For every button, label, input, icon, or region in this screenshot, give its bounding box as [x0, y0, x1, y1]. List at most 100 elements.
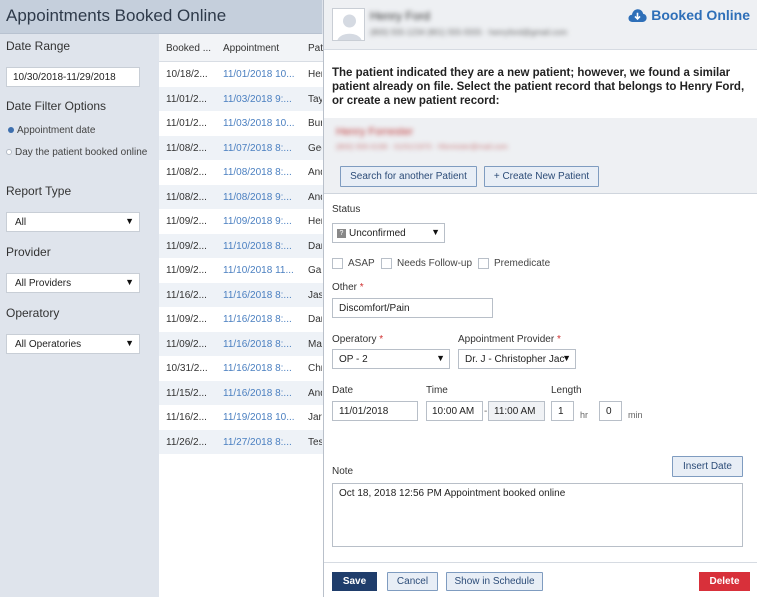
- similar-patient-details: (800) 555-0199 · 01/01/1970 · hforrester…: [336, 142, 508, 151]
- column-header-appointment[interactable]: Appointment: [223, 43, 279, 54]
- cell-appointment-link[interactable]: 11/16/2018 8:...: [223, 314, 296, 325]
- table-row[interactable]: 10/31/2... 11/16/2018 8:... Chr: [159, 356, 323, 381]
- report-type-select[interactable]: All ▼: [6, 212, 140, 232]
- cell-appointment-link[interactable]: 11/10/2018 8:...: [223, 241, 296, 252]
- report-header: Appointments Booked Online: [0, 0, 322, 34]
- table-row[interactable]: 11/09/2... 11/10/2018 11... Gab: [159, 258, 323, 283]
- table-row[interactable]: 11/09/2... 11/16/2018 8:... Mar: [159, 331, 323, 356]
- cell-appointment-link[interactable]: 11/03/2018 9:...: [223, 94, 296, 105]
- delete-button[interactable]: Delete: [699, 572, 750, 591]
- cell-patient: Jas: [308, 289, 322, 301]
- provider-select[interactable]: All Providers ▼: [6, 273, 140, 293]
- table-row[interactable]: 10/18/2... 11/01/2018 10... Hen: [159, 62, 323, 87]
- status-select[interactable]: ? Unconfirmed ▼: [332, 223, 445, 243]
- premedicate-checkbox[interactable]: Premedicate: [478, 258, 550, 269]
- table-row[interactable]: 11/09/2... 11/09/2018 9:... Hen: [159, 209, 323, 234]
- similar-patient-name[interactable]: Henry Forrester: [336, 126, 413, 138]
- radio-unselected-icon: [6, 149, 12, 156]
- search-another-patient-button[interactable]: Search for another Patient: [340, 166, 477, 187]
- date-input[interactable]: 11/01/2018: [332, 401, 418, 421]
- question-mark-icon: ?: [337, 228, 346, 238]
- modal-footer: Save Cancel Show in Schedule Delete: [324, 562, 757, 597]
- time-separator: -: [484, 406, 488, 417]
- cell-patient: Chr: [308, 363, 322, 374]
- create-new-patient-button[interactable]: + Create New Patient: [484, 166, 599, 187]
- needs-followup-checkbox[interactable]: Needs Follow-up: [381, 258, 472, 269]
- checkbox-box[interactable]: [381, 258, 392, 269]
- date-range-input[interactable]: 10/30/2018-11/29/2018: [6, 67, 140, 87]
- show-in-schedule-button[interactable]: Show in Schedule: [446, 572, 543, 591]
- checkbox-box[interactable]: [332, 258, 343, 269]
- cell-booked-date: 11/09/2...: [166, 314, 207, 325]
- table-row[interactable]: 11/08/2... 11/08/2018 9:... And: [159, 184, 323, 209]
- select-value: All Providers: [15, 278, 72, 289]
- other-input[interactable]: Discomfort/Pain: [332, 298, 493, 318]
- table-row[interactable]: 11/16/2... 11/16/2018 8:... Jas: [159, 282, 323, 307]
- cell-booked-date: 11/09/2...: [166, 338, 207, 350]
- radio-appointment-date[interactable]: Appointment date: [8, 125, 95, 136]
- radio-selected-icon: [8, 127, 14, 134]
- person-icon: [333, 9, 364, 40]
- table-row[interactable]: 11/09/2... 11/16/2018 8:... Dar: [159, 307, 323, 332]
- table-row[interactable]: 11/01/2... 11/03/2018 9:... Tay: [159, 86, 323, 111]
- cell-patient: Dar: [308, 314, 322, 325]
- table-row[interactable]: 11/15/2... 11/16/2018 8:... And: [159, 380, 323, 405]
- radio-booked-day[interactable]: Day the patient booked online: [6, 147, 147, 158]
- cell-appointment-link[interactable]: 11/03/2018 10...: [223, 118, 296, 129]
- label-text: Appointment Provider: [458, 334, 555, 345]
- table-row[interactable]: 11/16/2... 11/19/2018 10... Jar: [159, 405, 323, 430]
- end-time-input[interactable]: 11:00 AM: [488, 401, 545, 421]
- operatory-label: Operatory: [6, 306, 60, 320]
- required-marker: *: [556, 334, 561, 345]
- label-text: Other: [332, 282, 358, 293]
- table-row[interactable]: 11/08/2... 11/07/2018 8:... Geo: [159, 135, 323, 160]
- appointment-provider-select[interactable]: Dr. J - Christopher Jac ▼: [458, 349, 576, 369]
- date-filter-options-label: Date Filter Options: [6, 99, 107, 113]
- table-row[interactable]: 11/01/2... 11/03/2018 10... Bur: [159, 111, 323, 136]
- column-header-booked[interactable]: Booked ...: [166, 43, 211, 54]
- cell-appointment-link[interactable]: 11/16/2018 8:...: [223, 290, 296, 301]
- insert-date-button[interactable]: Insert Date: [672, 456, 743, 477]
- asap-checkbox[interactable]: ASAP: [332, 258, 375, 269]
- dropdown-arrow-icon: ▼: [431, 227, 440, 237]
- cell-booked-date: 11/09/2...: [166, 240, 207, 252]
- operatory-select[interactable]: All Operatories ▼: [6, 334, 140, 354]
- select-value: Dr. J - Christopher Jac: [465, 354, 565, 365]
- note-textarea[interactable]: Oct 18, 2018 12:56 PM Appointment booked…: [332, 483, 743, 547]
- cell-booked-date: 11/16/2...: [166, 289, 207, 301]
- cell-appointment-link[interactable]: 11/10/2018 11...: [223, 265, 296, 276]
- table-row[interactable]: 11/26/2... 11/27/2018 8:... Tes: [159, 429, 323, 454]
- start-time-input[interactable]: 10:00 AM: [426, 401, 483, 421]
- cell-appointment-link[interactable]: 11/27/2018 8:...: [223, 437, 296, 448]
- booked-online-brand: Booked Online: [628, 7, 750, 23]
- cell-appointment-link[interactable]: 11/09/2018 9:...: [223, 216, 296, 227]
- required-marker: *: [359, 282, 364, 293]
- cell-appointment-link[interactable]: 11/16/2018 8:...: [223, 339, 296, 350]
- length-minutes-input[interactable]: 0: [599, 401, 622, 421]
- cell-appointment-link[interactable]: 11/07/2018 8:...: [223, 143, 296, 154]
- table-row[interactable]: 11/08/2... 11/08/2018 8:... And: [159, 160, 323, 185]
- cell-booked-date: 11/08/2...: [166, 142, 207, 154]
- appointments-table: Booked ... Appointment Pat 10/18/2... 11/…: [159, 34, 323, 597]
- cell-appointment-link[interactable]: 11/08/2018 9:...: [223, 192, 296, 203]
- save-button[interactable]: Save: [332, 572, 377, 591]
- cell-patient: Gab: [308, 265, 322, 276]
- cell-appointment-link[interactable]: 11/19/2018 10...: [223, 412, 296, 423]
- cell-appointment-link[interactable]: 11/16/2018 8:...: [223, 388, 296, 399]
- report-type-label: Report Type: [6, 184, 72, 198]
- cell-booked-date: 10/18/2...: [166, 69, 208, 80]
- cell-appointment-link[interactable]: 11/08/2018 8:...: [223, 167, 296, 178]
- appointment-provider-label: Appointment Provider *: [458, 334, 561, 345]
- cell-patient: Geo: [308, 142, 322, 154]
- cell-booked-date: 11/15/2...: [166, 387, 207, 399]
- cell-patient: Tay: [308, 93, 322, 105]
- length-hours-input[interactable]: 1: [551, 401, 574, 421]
- operatory-select[interactable]: OP - 2 ▼: [332, 349, 450, 369]
- status-label: Status: [332, 204, 361, 215]
- table-row[interactable]: 11/09/2... 11/10/2018 8:... Dar: [159, 233, 323, 258]
- cancel-button[interactable]: Cancel: [387, 572, 438, 591]
- cell-appointment-link[interactable]: 11/16/2018 8:...: [223, 363, 296, 374]
- checkbox-box[interactable]: [478, 258, 489, 269]
- column-header-patient[interactable]: Pat: [308, 43, 323, 54]
- cell-appointment-link[interactable]: 11/01/2018 10...: [223, 69, 296, 80]
